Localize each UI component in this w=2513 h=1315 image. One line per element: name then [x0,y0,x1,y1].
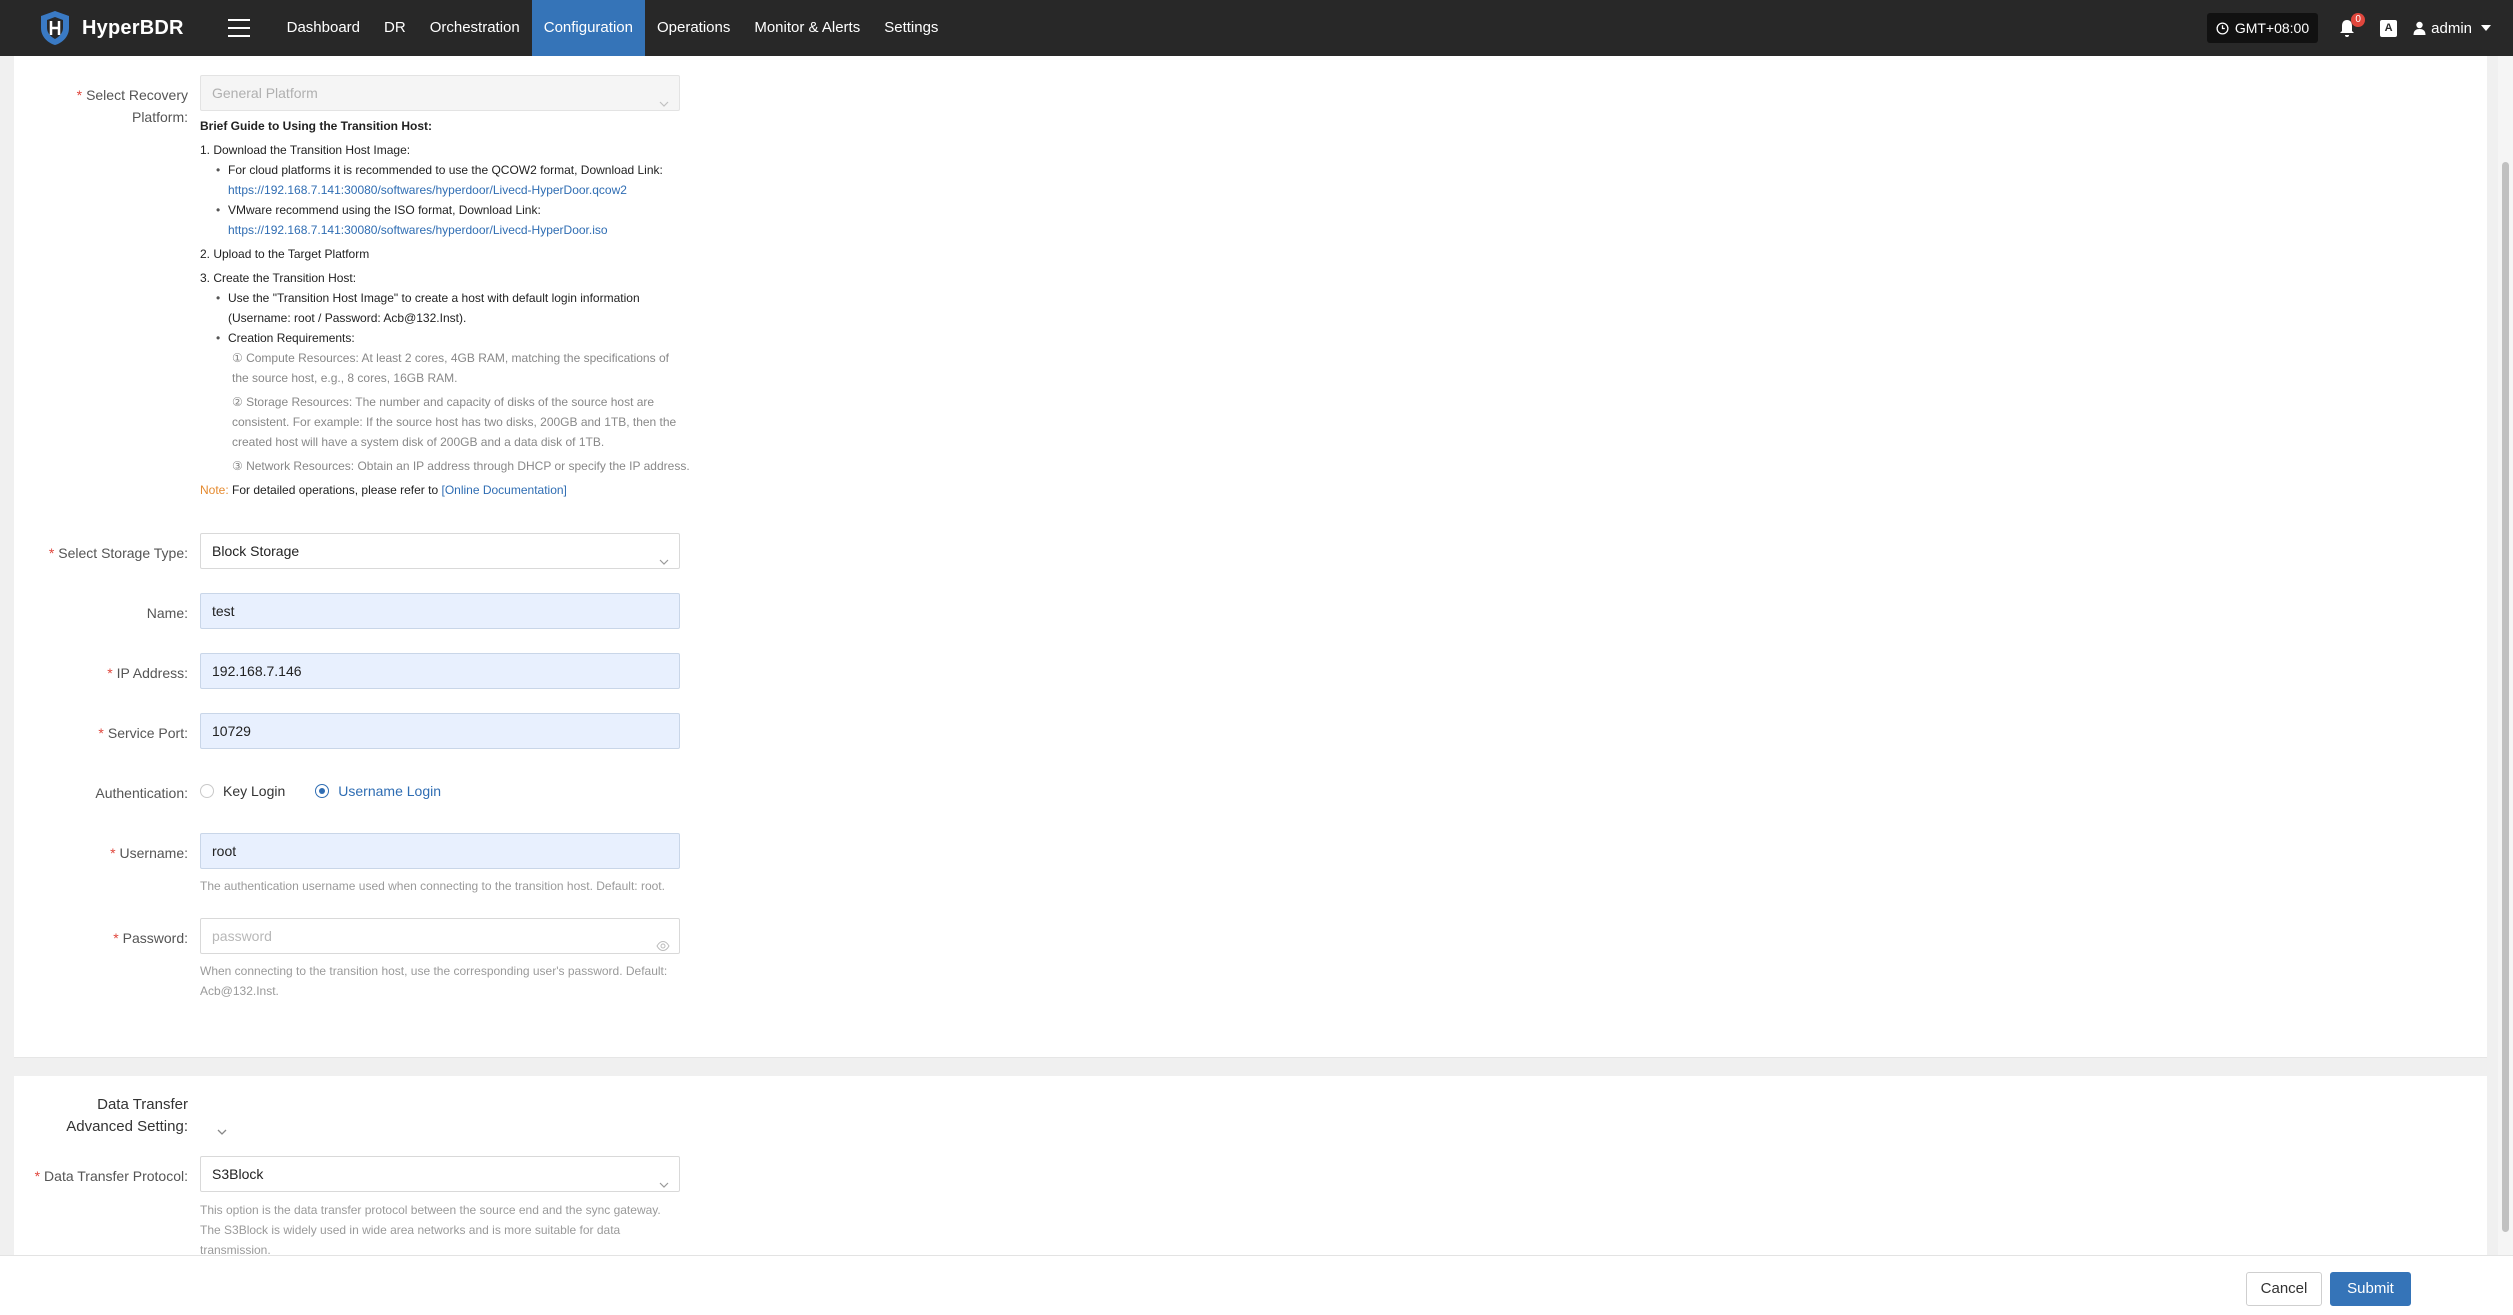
transition-host-guide: Brief Guide to Using the Transition Host… [200,116,700,500]
password-label: * Password: [113,930,188,946]
username-login-radio[interactable]: Username Login [315,783,441,799]
eye-icon[interactable] [656,930,670,952]
form-footer: Cancel Submit [0,1255,2513,1315]
clock-icon [2216,21,2229,35]
storage-type-select[interactable]: Block Storage [200,533,680,569]
recovery-platform-label: * Select Recovery Platform: [76,87,188,125]
nav-monitor-alerts[interactable]: Monitor & Alerts [742,0,872,56]
chevron-down-icon [659,545,669,565]
language-icon[interactable]: A [2380,19,2398,37]
top-navigation-bar: HyperBDR Dashboard DR Orchestration Conf… [0,0,2513,56]
nav-configuration[interactable]: Configuration [531,0,645,56]
scrollbar-thumb[interactable] [2502,162,2509,1232]
data-transfer-protocol-label: * Data Transfer Protocol: [34,1168,188,1184]
advanced-settings-panel: Data Transfer Advanced Setting: * Data Tr… [14,1076,2487,1257]
timezone-label: GMT+08:00 [2234,20,2310,36]
chevron-down-icon [659,87,669,107]
chevron-down-icon [659,1168,669,1188]
iso-download-link[interactable]: https://192.168.7.141:30080/softwares/hy… [228,223,608,237]
username-label: admin [2431,19,2472,37]
transition-host-form-panel: * Select Recovery Platform: General Platf… [14,56,2487,1058]
notification-bell-icon[interactable]: 0 [2338,13,2366,38]
recovery-platform-select: General Platform [200,75,680,111]
password-input[interactable]: password [200,918,680,954]
app-logo[interactable]: HyperBDR [38,0,184,56]
ip-address-label: * IP Address: [107,665,188,681]
menu-toggle-icon[interactable] [227,19,250,37]
name-input[interactable]: test [200,593,680,629]
user-icon [2413,21,2426,35]
username-help-text: The authentication username used when co… [200,879,665,893]
name-label: Name: [146,605,188,621]
username-label: * Username: [110,845,188,861]
advanced-setting-label: Data Transfer Advanced Setting: [66,1096,188,1135]
service-port-input[interactable]: 10729 [200,713,680,749]
chevron-down-icon[interactable] [216,1124,228,1135]
key-login-radio[interactable]: Key Login [200,783,285,799]
ip-address-input[interactable]: 192.168.7.146 [200,653,680,689]
nav-settings[interactable]: Settings [872,0,950,56]
cancel-button[interactable]: Cancel [2246,1272,2322,1306]
app-name: HyperBDR [82,16,184,39]
user-menu[interactable]: admin [2413,20,2491,37]
nav-dr[interactable]: DR [372,0,418,56]
data-transfer-protocol-select[interactable]: S3Block [200,1156,680,1192]
timezone-display[interactable]: GMT+08:00 [2206,13,2319,43]
protocol-help-text: This option is the data transfer protoco… [200,1203,661,1257]
storage-type-label: * Select Storage Type: [48,545,188,561]
qcow2-download-link[interactable]: https://192.168.7.141:30080/softwares/hy… [228,183,627,197]
service-port-label: * Service Port: [98,725,188,741]
shield-logo-icon [41,11,69,45]
main-nav: Dashboard DR Orchestration Configuration… [275,0,951,56]
authentication-label: Authentication: [95,785,188,801]
nav-operations[interactable]: Operations [645,0,742,56]
password-help-text: When connecting to the transition host, … [200,964,668,998]
notification-badge: 0 [2351,13,2366,27]
vertical-scrollbar[interactable] [2498,56,2513,1255]
nav-dashboard[interactable]: Dashboard [275,0,372,56]
submit-button[interactable]: Submit [2330,1272,2411,1306]
nav-orchestration[interactable]: Orchestration [418,0,532,56]
chevron-down-icon [2481,25,2491,31]
username-input[interactable]: root [200,833,680,869]
authentication-radio-group: Key Login Username Login [200,783,459,799]
online-documentation-link[interactable]: [Online Documentation] [441,483,566,497]
